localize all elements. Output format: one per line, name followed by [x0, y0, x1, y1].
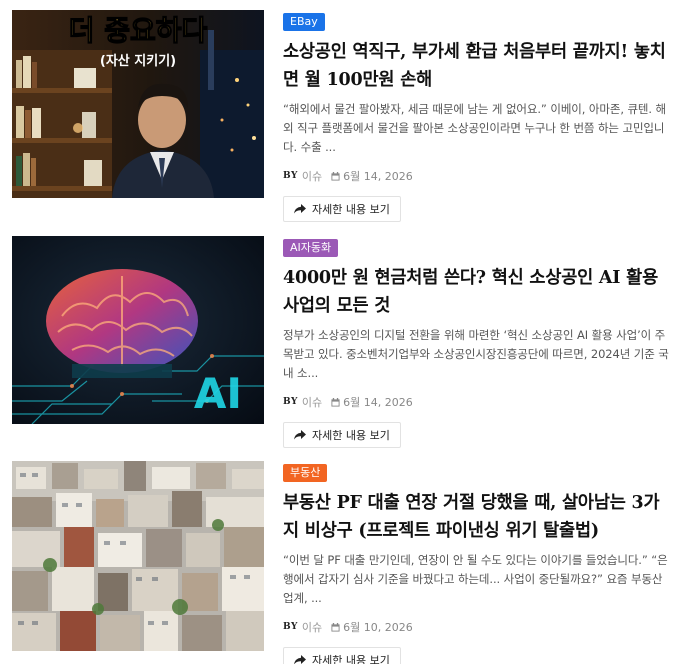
- share-arrow-icon: [294, 204, 306, 214]
- read-more-label: 자세한 내용 보기: [312, 654, 390, 664]
- calendar-icon: [331, 397, 340, 407]
- post-card: AI AI자동화 4000만 원 현금처럼 쓴다? 혁신 소상공인 AI 활용 …: [12, 226, 672, 448]
- thumbnail-caption-main: 더 중요하다: [69, 14, 208, 47]
- read-more-label: 자세한 내용 보기: [312, 203, 390, 216]
- share-arrow-icon: [294, 655, 306, 664]
- by-label: BY: [283, 171, 298, 181]
- post-excerpt: 정부가 소상공인의 디지털 전환을 위해 마련한 ‘혁신 소상공인 AI 활용 …: [283, 328, 669, 380]
- post-thumbnail[interactable]: 더 중요하다 (자산 지키기): [12, 10, 264, 198]
- read-more-label: 자세한 내용 보기: [312, 429, 390, 442]
- author-link[interactable]: 이슈: [302, 619, 322, 635]
- post-date: 6월 10, 2026: [343, 621, 413, 634]
- share-arrow-icon: [294, 430, 306, 440]
- post-thumbnail[interactable]: [12, 461, 264, 651]
- post-thumbnail[interactable]: AI: [12, 236, 264, 424]
- post-excerpt: “해외에서 물건 팔아봤자, 세금 때문에 남는 게 없어요.” 이베이, 아마…: [283, 102, 667, 154]
- post-title[interactable]: 소상공인 역직구, 부가세 환급 처음부터 끝까지! 놓치면 월 100만원 손…: [283, 38, 669, 94]
- calendar-icon: [331, 171, 340, 181]
- category-badge[interactable]: 부동산: [283, 464, 328, 482]
- post-meta: BY 이슈 6월 14, 2026: [283, 168, 669, 184]
- read-more-button[interactable]: 자세한 내용 보기: [283, 196, 401, 222]
- post-excerpt: “이번 달 PF 대출 만기인데, 연장이 안 될 수도 있다는 이야기를 들었…: [283, 553, 668, 605]
- read-more-button[interactable]: 자세한 내용 보기: [283, 647, 401, 664]
- post-title[interactable]: 부동산 PF 대출 연장 거절 당했을 때, 살아남는 3가지 비상구 (프로젝…: [283, 489, 669, 545]
- category-badge[interactable]: EBay: [283, 13, 325, 31]
- post-title[interactable]: 4000만 원 현금처럼 쓴다? 혁신 소상공인 AI 활용 사업의 모든 것: [283, 264, 669, 320]
- post-date: 6월 14, 2026: [343, 396, 413, 409]
- read-more-button[interactable]: 자세한 내용 보기: [283, 422, 401, 448]
- post-card: 더 중요하다 (자산 지키기) EBay 소상공인 역직구, 부가세 환급 처음…: [12, 0, 672, 222]
- post-body: EBay 소상공인 역직구, 부가세 환급 처음부터 끝까지! 놓치면 월 10…: [283, 10, 669, 222]
- post-meta: BY 이슈 6월 10, 2026: [283, 619, 669, 635]
- author-link[interactable]: 이슈: [302, 394, 322, 410]
- post-card: 부동산 부동산 PF 대출 연장 거절 당했을 때, 살아남는 3가지 비상구 …: [12, 451, 672, 664]
- by-label: BY: [283, 622, 298, 632]
- category-badge[interactable]: AI자동화: [283, 239, 339, 257]
- thumbnail-image: 더 중요하다 (자산 지키기): [12, 10, 264, 198]
- thumbnail-image: [12, 461, 264, 651]
- author-link[interactable]: 이슈: [302, 168, 322, 184]
- thumbnail-caption-main: AI: [194, 369, 242, 418]
- post-body: AI자동화 4000만 원 현금처럼 쓴다? 혁신 소상공인 AI 활용 사업의…: [283, 236, 669, 448]
- post-date: 6월 14, 2026: [343, 170, 413, 183]
- by-label: BY: [283, 397, 298, 407]
- calendar-icon: [331, 622, 340, 632]
- post-body: 부동산 부동산 PF 대출 연장 거절 당했을 때, 살아남는 3가지 비상구 …: [283, 461, 669, 664]
- thumbnail-caption-sub: (자산 지키기): [100, 53, 176, 69]
- thumbnail-image: AI: [12, 236, 264, 424]
- post-meta: BY 이슈 6월 14, 2026: [283, 394, 669, 410]
